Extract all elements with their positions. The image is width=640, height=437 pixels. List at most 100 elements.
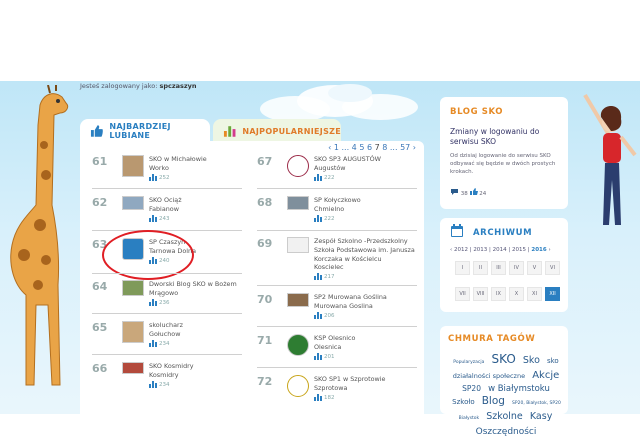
rank-number: 67 [257, 155, 273, 168]
school-thumbnail[interactable] [122, 362, 144, 374]
month-button[interactable]: VIII [473, 287, 488, 301]
year-prev[interactable]: ‹ [450, 247, 452, 253]
divider [257, 285, 417, 286]
pager-page[interactable]: 6 [367, 143, 372, 152]
school-location: Augustów [314, 163, 346, 172]
tag-link[interactable]: Popularyzacja [453, 360, 484, 365]
tag-link[interactable]: w Białymstoku [488, 384, 550, 394]
year-option[interactable]: 2015 [512, 247, 526, 253]
tag-link[interactable]: Blog [482, 395, 505, 407]
rank-number: 69 [257, 237, 273, 250]
rank-number: 72 [257, 375, 273, 388]
pager-page[interactable]: 8 [382, 143, 387, 152]
tag-link[interactable]: działalności społeczne [453, 372, 525, 380]
school-thumbnail[interactable] [287, 293, 309, 307]
pager-next[interactable]: › [413, 143, 416, 152]
bar-chart-icon [314, 311, 322, 319]
username[interactable]: spczaszyn [159, 82, 196, 90]
bar-chart-icon [314, 173, 322, 181]
school-name[interactable]: Dworski Blog SKO w Bożem Mrągowo [149, 280, 237, 297]
tag-link[interactable]: SP20 [462, 384, 481, 393]
school-thumbnail[interactable] [122, 155, 144, 177]
tag-link[interactable]: Sko [523, 355, 540, 366]
school-name[interactable]: SKO w Michałowie [149, 155, 207, 163]
bar-chart-icon [149, 214, 157, 222]
year-selector: ‹ 2012 | 2013 | 2014 | 2015 | 2016 › [450, 247, 551, 253]
year-option[interactable]: 2013 [473, 247, 487, 253]
month-button[interactable]: IX [491, 287, 506, 301]
school-thumbnail[interactable] [122, 321, 144, 343]
school-location: Gołuchow [149, 329, 181, 338]
month-button[interactable]: I [455, 261, 470, 275]
tag-link[interactable]: SKO [492, 352, 516, 366]
month-button[interactable]: II [473, 261, 488, 275]
tag-link[interactable]: Szkolne [486, 411, 523, 422]
blog-header[interactable]: BLOG SKO [450, 107, 503, 117]
divider [257, 326, 417, 327]
pager-page-last[interactable]: 57 [400, 143, 410, 152]
month-button[interactable]: X [509, 287, 524, 301]
tag-link[interactable]: Szkoło [452, 398, 474, 406]
pagination: ‹ 1 ... 4 5 6 7 8 ... 57 › [328, 143, 416, 152]
vote-count: 234 [159, 340, 170, 347]
thumbs-up-icon [469, 188, 478, 195]
rank-number: 66 [92, 362, 108, 375]
rank-number: 70 [257, 293, 273, 306]
year-option-active[interactable]: 2016 [531, 247, 546, 253]
pager-prev[interactable]: ‹ [328, 143, 331, 152]
school-location: Fabianow [149, 204, 179, 213]
school-name[interactable]: SP2 Murowana Goślina [314, 293, 387, 301]
pager-page-first[interactable]: 1 [334, 143, 339, 152]
year-next[interactable]: › [548, 247, 550, 253]
month-button[interactable]: V [527, 261, 542, 275]
tag-link[interactable]: Oszczędności [476, 427, 537, 437]
cloud-decoration [260, 84, 418, 122]
school-thumbnail[interactable] [287, 375, 309, 397]
school-name[interactable]: SKO SP1 w Szprotowie [314, 375, 385, 383]
tab-most-popular[interactable]: NAJPOPULARNIEJSZE [213, 119, 341, 143]
school-name[interactable]: SP Kołyczkowo [314, 196, 361, 204]
tab-most-liked[interactable]: NAJBARDZIEJ LUBIANE [80, 119, 210, 143]
pager-ellipsis: ... [389, 143, 398, 152]
rank-number: 62 [92, 196, 108, 209]
school-name[interactable]: SKO Kosmidry [149, 362, 194, 370]
tag-cloud-widget: CHMURA TAGÓW Popularyzacja SKO Sko sko d… [440, 326, 568, 437]
pager-page[interactable]: 5 [359, 143, 364, 152]
school-thumbnail[interactable] [287, 155, 309, 177]
school-name[interactable]: SKO SP3 AUGUSTÓW [314, 155, 381, 163]
bar-chart-icon [149, 298, 157, 306]
school-name[interactable]: SKO Ociąż [149, 196, 182, 204]
school-thumbnail[interactable] [287, 334, 309, 356]
like-count: 24 [479, 191, 487, 197]
tag-link[interactable]: Akcje [532, 370, 559, 381]
school-thumbnail[interactable] [122, 196, 144, 210]
month-button[interactable]: VI [545, 261, 560, 275]
month-button[interactable]: VII [455, 287, 470, 301]
school-name[interactable]: KSP Olesnico [314, 334, 355, 342]
school-name[interactable]: skolucharz [149, 321, 183, 329]
rank-number: 61 [92, 155, 108, 168]
blog-widget: BLOG SKO Zmiany w logowaniu do serwisu S… [440, 97, 568, 209]
tag-link[interactable]: Kasy [530, 411, 552, 422]
vote-count: 243 [159, 215, 170, 222]
month-button[interactable]: III [491, 261, 506, 275]
month-button-active[interactable]: XII [545, 287, 560, 301]
divider [92, 354, 242, 355]
year-option[interactable]: 2012 [454, 247, 468, 253]
calendar-icon [451, 224, 463, 237]
tag-cloud: Popularyzacja SKO Sko sko działalności s… [450, 353, 562, 437]
school-thumbnail[interactable] [122, 280, 144, 296]
year-option[interactable]: 2014 [493, 247, 507, 253]
bar-chart-icon [149, 339, 157, 347]
tag-link[interactable]: sko [547, 357, 559, 365]
school-thumbnail[interactable] [287, 237, 309, 253]
school-thumbnail[interactable] [287, 196, 309, 210]
blog-post-title[interactable]: Zmiany w logowaniu do serwisu SKO [450, 127, 560, 147]
month-button[interactable]: XI [527, 287, 542, 301]
school-name[interactable]: Zespół Szkolno -Przedszkolny Szkoła Pods… [314, 237, 415, 263]
month-button[interactable]: IV [509, 261, 524, 275]
school-location: Kosmidry [149, 370, 179, 379]
school-location: Murowana Goslina [314, 301, 373, 310]
pager-page[interactable]: 4 [352, 143, 357, 152]
bar-chart-icon [314, 352, 322, 360]
